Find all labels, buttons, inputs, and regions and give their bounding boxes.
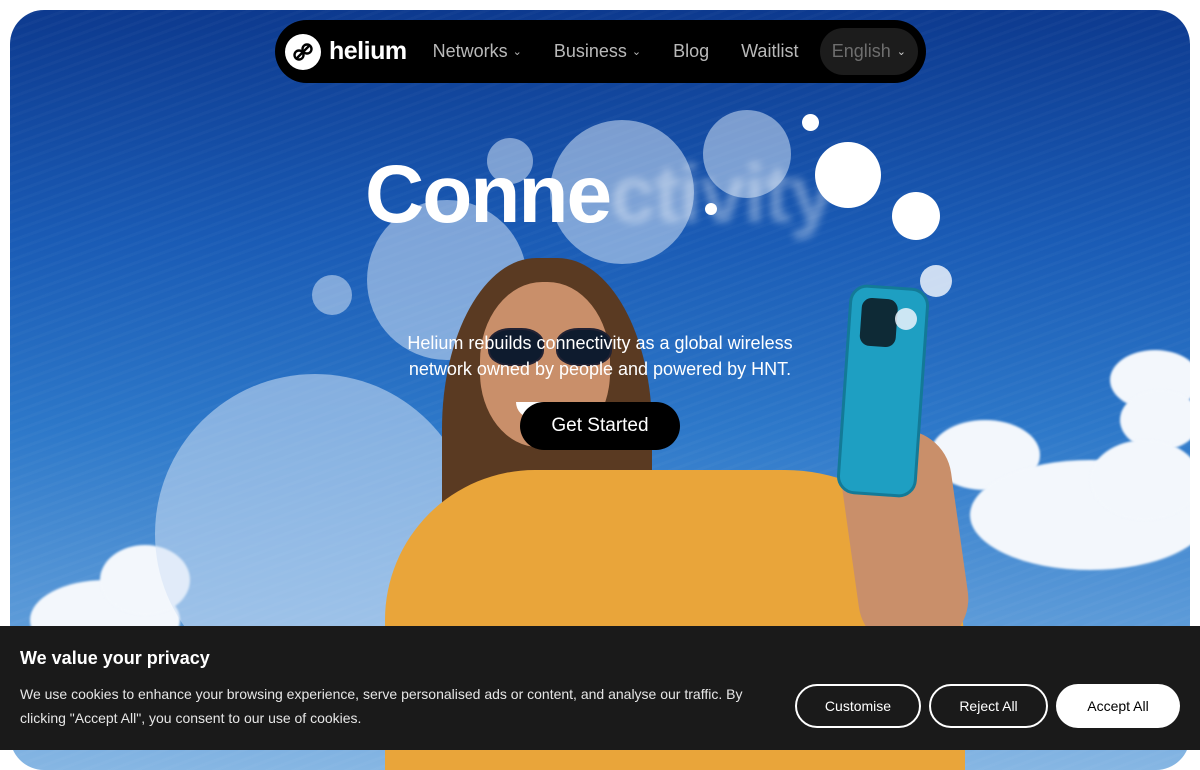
cookie-banner-title: We value your privacy [20, 648, 210, 668]
nav-item-business[interactable]: Business ⌄ [554, 41, 641, 62]
language-selector[interactable]: English ⌄ [819, 28, 918, 75]
bubble-decoration [892, 192, 940, 240]
cookie-text-line: We use cookies to enhance your browsing … [20, 686, 743, 702]
chevron-down-icon: ⌄ [631, 46, 642, 58]
nav-item-label: Networks [432, 41, 508, 61]
reject-all-button[interactable]: Reject All [929, 684, 1048, 728]
nav-item-waitlist[interactable]: Waitlist [741, 41, 798, 62]
bubble-decoration [312, 275, 352, 315]
tagline-line: network owned by people and powered by H… [408, 359, 792, 379]
bubble-decoration [802, 114, 819, 131]
hero-headline: Connectivity [365, 148, 835, 242]
bubble-decoration [895, 308, 917, 330]
language-label: English [831, 41, 891, 61]
headline-solid: Conne [365, 149, 612, 240]
customise-button[interactable]: Customise [795, 684, 921, 728]
bubble-decoration [920, 265, 952, 297]
nav-item-label: Business [553, 41, 627, 61]
cookie-banner: We value your privacy We use cookies to … [0, 626, 1200, 750]
headline-faded: ctivity [610, 149, 835, 240]
cookie-banner-text: We use cookies to enhance your browsing … [20, 682, 760, 730]
helium-logo-icon [285, 33, 321, 70]
brand-name: helium [329, 37, 407, 65]
hero-tagline: Helium rebuilds connectivity as a global… [390, 330, 810, 382]
accept-all-button[interactable]: Accept All [1056, 684, 1180, 728]
chevron-down-icon: ⌄ [896, 46, 906, 58]
nav-item-label: Blog [673, 41, 710, 61]
nav-item-networks[interactable]: Networks ⌄ [433, 41, 522, 62]
cloud-decoration [1090, 440, 1190, 520]
nav-item-blog[interactable]: Blog [673, 41, 709, 62]
get-started-button[interactable]: Get Started [520, 402, 680, 450]
nav-item-label: Waitlist [741, 41, 799, 61]
brand-logo-link[interactable]: helium [285, 33, 407, 70]
tagline-line: Helium rebuilds connectivity as a global… [407, 333, 793, 353]
chevron-down-icon: ⌄ [512, 46, 522, 58]
cookie-text-line: clicking "Accept All", you consent to ou… [20, 710, 362, 726]
main-navbar: helium Networks ⌄ Business ⌄ Blog Waitli… [275, 20, 926, 83]
